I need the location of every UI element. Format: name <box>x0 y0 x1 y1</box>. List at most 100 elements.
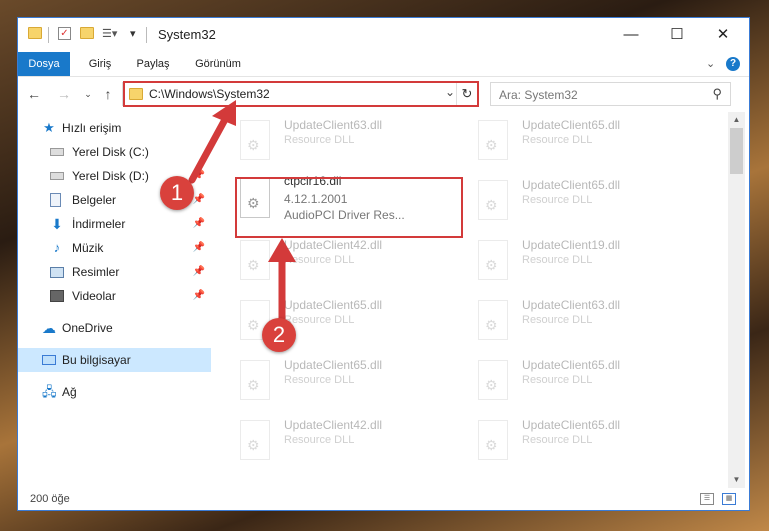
videos-icon <box>50 290 64 302</box>
file-name: UpdateClient65.dll <box>522 358 621 372</box>
expand-ribbon-icon[interactable]: ⌄ <box>706 57 715 70</box>
computer-icon <box>42 355 56 365</box>
sidebar-item-onedrive[interactable]: ☁ OneDrive <box>18 316 211 340</box>
sidebar-item-music[interactable]: ♪ Müzik 📌 <box>18 236 211 260</box>
scroll-up-icon[interactable]: ▲ <box>728 112 745 128</box>
file-type: Resource DLL <box>284 314 355 326</box>
sidebar-item-quick-access[interactable]: ★ Hızlı erişim <box>18 116 211 140</box>
file-type: Resource DLL <box>284 434 355 446</box>
downloads-icon: ⬇ <box>51 216 63 232</box>
tab-share[interactable]: Paylaş <box>128 52 178 76</box>
up-arrow-icon[interactable]: ↑ <box>98 85 118 103</box>
search-placeholder: Ara: System32 <box>499 88 578 102</box>
list-item[interactable]: ⚙ UpdateClient65.dll Resource DLL <box>222 292 452 352</box>
back-arrow-icon[interactable]: ← <box>24 85 44 103</box>
divider <box>146 27 147 43</box>
dll-file-icon: ⚙ <box>478 120 508 160</box>
list-item[interactable]: ⚙ UpdateClient19.dll Resource DLL <box>460 232 690 292</box>
dll-file-icon: ⚙ <box>240 360 270 400</box>
sidebar-item-pictures[interactable]: Resimler 📌 <box>18 260 211 284</box>
tab-view[interactable]: Görünüm <box>188 52 248 76</box>
tab-file[interactable]: Dosya <box>18 52 70 76</box>
details-view-icon[interactable]: ☰ <box>700 493 714 505</box>
pin-icon[interactable]: 📌 <box>193 260 205 284</box>
sidebar-item-local-disk-c[interactable]: Yerel Disk (C:) <box>18 140 211 164</box>
file-name: UpdateClient65.dll <box>522 118 621 132</box>
new-folder-icon[interactable] <box>80 27 94 39</box>
list-item[interactable]: ⚙ UpdateClient63.dll Resource DLL <box>460 292 690 352</box>
dll-file-icon: ⚙ <box>478 180 508 220</box>
sidebar-item-label: Müzik <box>72 241 104 255</box>
file-type: Resource DLL <box>522 254 593 266</box>
list-item[interactable]: ⚙ UpdateClient65.dll Resource DLL <box>460 352 690 412</box>
file-name: UpdateClient19.dll <box>522 238 621 252</box>
divider <box>48 27 49 43</box>
list-item[interactable]: ⚙ UpdateClient65.dll Resource DLL <box>222 352 452 412</box>
file-name: UpdateClient65.dll <box>522 178 621 192</box>
cloud-icon: ☁ <box>42 320 56 336</box>
list-item[interactable]: ⚙ UpdateClient42.dll Resource DLL <box>222 412 452 472</box>
sidebar-item-label: Resimler <box>72 265 120 279</box>
vertical-scrollbar[interactable]: ▲ ▼ <box>728 112 745 488</box>
tab-home[interactable]: Giriş <box>80 52 120 76</box>
dll-file-icon: ⚙ <box>478 420 508 460</box>
documents-icon <box>50 193 61 207</box>
list-item[interactable]: ⚙ UpdateClient42.dll Resource DLL <box>222 232 452 292</box>
file-type: Resource DLL <box>522 314 593 326</box>
help-icon[interactable]: ? <box>726 57 740 71</box>
scrollbar-thumb[interactable] <box>730 128 743 174</box>
pin-icon[interactable]: 📌 <box>193 164 205 188</box>
window-title: System32 <box>158 27 216 42</box>
recent-locations-icon[interactable]: ⌄ <box>78 85 98 103</box>
sidebar-item-network[interactable]: 🖧 Ağ <box>18 380 211 404</box>
chevron-down-icon[interactable]: ▾ <box>130 27 136 43</box>
file-name: UpdateClient65.dll <box>284 298 383 312</box>
scroll-down-icon[interactable]: ▼ <box>728 472 745 488</box>
ribbon-tabs: Dosya Giriş Paylaş Görünüm ⌄ ? <box>18 52 749 77</box>
close-button[interactable]: ✕ <box>700 18 746 52</box>
dll-file-icon: ⚙ <box>240 420 270 460</box>
file-type: Resource DLL <box>284 254 355 266</box>
dll-file-icon: ⚙ <box>478 300 508 340</box>
drive-icon <box>50 172 64 180</box>
search-input[interactable]: Ara: System32 ⚲ <box>490 82 731 106</box>
sidebar-item-label: OneDrive <box>62 321 113 335</box>
properties-icon[interactable]: ✓ <box>58 27 71 40</box>
navigation-pane: ★ Hızlı erişim Yerel Disk (C:) Yerel Dis… <box>18 112 211 488</box>
search-icon[interactable]: ⚲ <box>712 86 722 102</box>
maximize-button[interactable]: ☐ <box>654 18 700 52</box>
drive-icon <box>50 148 64 156</box>
pin-icon[interactable]: 📌 <box>193 188 205 212</box>
sidebar-item-label: Ağ <box>62 385 77 399</box>
dll-file-icon: ⚙ <box>240 240 270 280</box>
pin-icon[interactable]: 📌 <box>193 236 205 260</box>
file-name: UpdateClient63.dll <box>284 118 383 132</box>
file-highlight <box>235 177 463 238</box>
file-type: Resource DLL <box>284 374 355 386</box>
sidebar-item-downloads[interactable]: ⬇ İndirmeler 📌 <box>18 212 211 236</box>
sidebar-item-label: Videolar <box>72 289 116 303</box>
star-icon: ★ <box>43 120 55 135</box>
title-bar: ✓ ☰▾ ▾ System32 — ☐ ✕ <box>18 18 749 52</box>
network-icon: 🖧 <box>42 384 57 399</box>
large-icons-view-icon[interactable]: ▦ <box>722 493 736 505</box>
file-name: UpdateClient42.dll <box>284 238 383 252</box>
list-item[interactable]: ⚙ UpdateClient65.dll Resource DLL <box>460 172 690 232</box>
forward-arrow-icon[interactable]: → <box>54 85 74 103</box>
customize-toolbar-icon[interactable]: ☰▾ <box>102 27 117 43</box>
file-name: UpdateClient42.dll <box>284 418 383 432</box>
file-name: UpdateClient65.dll <box>522 418 621 432</box>
step-badge-2: 2 <box>262 318 296 352</box>
minimize-button[interactable]: — <box>608 18 654 52</box>
list-item[interactable]: ⚙ UpdateClient65.dll Resource DLL <box>460 412 690 472</box>
item-count: 200 öğe <box>30 493 70 505</box>
sidebar-item-this-pc[interactable]: Bu bilgisayar <box>18 348 211 372</box>
pin-icon[interactable]: 📌 <box>193 284 205 308</box>
pin-icon[interactable]: 📌 <box>193 212 205 236</box>
dll-file-icon: ⚙ <box>240 120 270 160</box>
sidebar-item-videos[interactable]: Videolar 📌 <box>18 284 211 308</box>
file-type: Resource DLL <box>522 194 593 206</box>
list-item[interactable]: ⚙ UpdateClient65.dll Resource DLL <box>460 112 690 172</box>
list-item[interactable]: ⚙ UpdateClient63.dll Resource DLL <box>222 112 452 172</box>
status-bar: 200 öğe ☰ ▦ <box>18 490 749 510</box>
